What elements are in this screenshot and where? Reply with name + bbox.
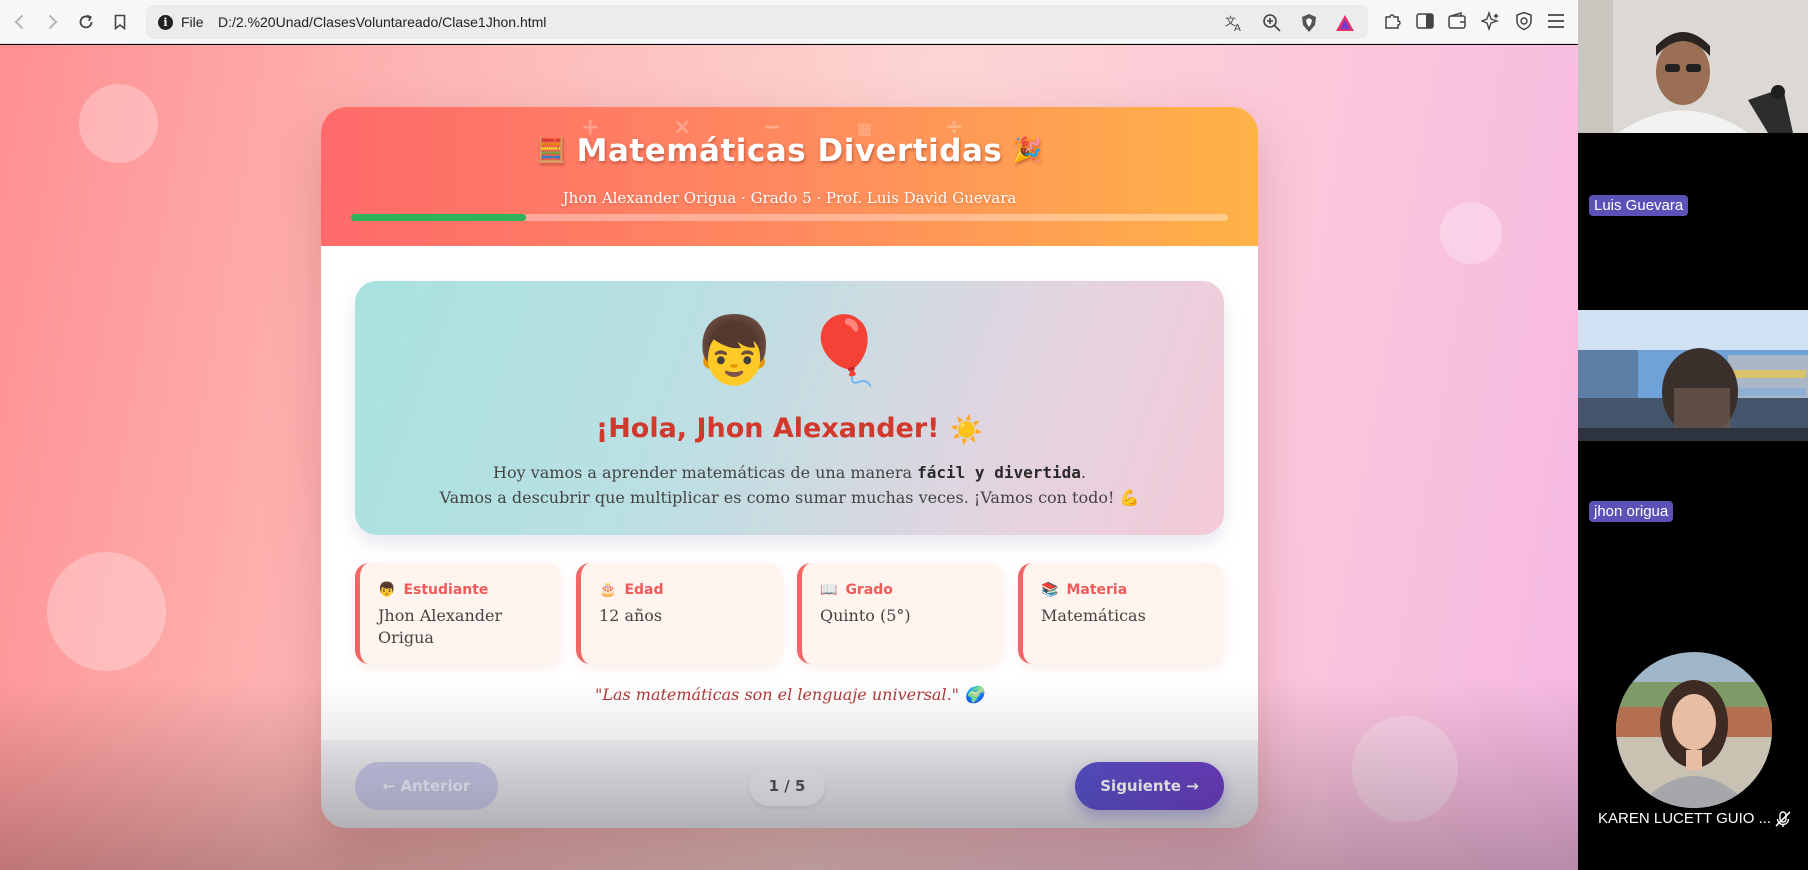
- extensions-icon[interactable]: [1383, 11, 1403, 31]
- wallet-icon[interactable]: [1447, 11, 1467, 31]
- info-card-value: Matemáticas: [1041, 606, 1146, 625]
- sun-icon: ☀️: [949, 415, 984, 446]
- browser-window: i File D:/2.%20Unad/ClasesVoluntareado/C…: [0, 0, 1578, 870]
- info-card-student: 👦 Estudiante Jhon Alexander Origua: [355, 563, 561, 664]
- lesson-subtitle: Jhon Alexander Origua · Grado 5 · Prof. …: [562, 189, 1017, 207]
- next-button[interactable]: Siguiente →: [1075, 762, 1224, 810]
- quote: "Las matemáticas son el lenguaje univers…: [321, 685, 1258, 704]
- info-card-value: Quinto (5°): [820, 606, 911, 625]
- site-label: File: [181, 14, 204, 30]
- quote-text: "Las matemáticas son el lenguaje univers…: [594, 685, 960, 704]
- participant-tile-karen[interactable]: KAREN LUCETT GUIO ...: [1578, 635, 1808, 870]
- address-bar[interactable]: i File D:/2.%20Unad/ClasesVoluntareado/C…: [146, 5, 1368, 39]
- mic-muted-icon: [1775, 811, 1791, 827]
- info-card-subject: 📚 Materia Matemáticas: [1018, 563, 1224, 664]
- flexed-arm-icon: 💪: [1119, 488, 1140, 507]
- boy-icon: 👦: [693, 312, 776, 389]
- lesson-title: 🧮 Matemáticas Divertidas 🎉: [321, 133, 1258, 169]
- forward-icon[interactable]: [40, 10, 64, 34]
- decor-bubble: [47, 552, 166, 671]
- info-card-label: 📖 Grado: [820, 582, 893, 598]
- brave-rewards-icon[interactable]: [1335, 13, 1355, 33]
- site-info-button[interactable]: i File: [158, 13, 204, 31]
- cake-icon: 🎂: [599, 582, 617, 598]
- label-text: Estudiante: [403, 582, 489, 598]
- bookmark-icon[interactable]: [108, 10, 132, 34]
- intro-text: Vamos a descubrir que multiplicar es com…: [439, 488, 1115, 507]
- brave-shield-icon[interactable]: [1299, 13, 1319, 33]
- abacus-icon: 🧮: [536, 136, 567, 164]
- page-counter: 1 / 5: [749, 766, 825, 806]
- previous-button[interactable]: ← Anterior: [355, 762, 498, 810]
- title-text: Matemáticas Divertidas: [576, 133, 1003, 169]
- lesson-card: + × − ▦ ÷ 🧮 Matemáticas Divertidas 🎉 Jhon …: [321, 107, 1258, 828]
- intro-line-1: Hoy vamos a aprender matemáticas de una …: [355, 463, 1224, 482]
- participant-name: KAREN LUCETT GUIO ...: [1598, 810, 1772, 827]
- info-card-label: 👦 Estudiante: [378, 582, 488, 598]
- decor-bubble: [79, 84, 158, 163]
- info-card-grade: 📖 Grado Quinto (5°): [797, 563, 1003, 664]
- label-text: Materia: [1066, 582, 1128, 598]
- boy-icon: 👦: [378, 582, 396, 598]
- participant-tile-luis[interactable]: Luis Guevara: [1578, 133, 1808, 310]
- balloon-icon: 🎈: [803, 312, 886, 389]
- info-card-label: 📚 Materia: [1041, 582, 1127, 598]
- participant-name-tag: Luis Guevara: [1589, 195, 1689, 216]
- party-popper-icon: 🎉: [1012, 136, 1043, 164]
- browser-toolbar: i File D:/2.%20Unad/ClasesVoluntareado/C…: [0, 0, 1578, 44]
- lesson-navigation: ← Anterior 1 / 5 Siguiente →: [321, 740, 1258, 828]
- lesson-header: + × − ▦ ÷ 🧮 Matemáticas Divertidas 🎉 Jhon …: [321, 107, 1258, 246]
- progress-fill: [351, 214, 527, 221]
- participant-name-tag: jhon origua: [1589, 501, 1674, 522]
- vpn-icon[interactable]: [1514, 11, 1534, 31]
- avatar: [1616, 652, 1772, 808]
- welcome-panel: 👦 🎈 ¡Hola, Jhon Alexander! ☀️ Hoy vamos a…: [355, 281, 1224, 535]
- globe-icon: 🌍: [964, 685, 985, 704]
- leo-ai-icon[interactable]: [1481, 11, 1501, 31]
- zoom-icon[interactable]: [1262, 13, 1282, 33]
- reload-icon[interactable]: [74, 10, 98, 34]
- books-icon: 📚: [1041, 582, 1059, 598]
- decor-bubble: [1440, 202, 1502, 264]
- classroom-video-icon: [1578, 310, 1808, 441]
- participant-tile-jhon[interactable]: jhon origua: [1578, 441, 1808, 635]
- decor-bubble: [1352, 716, 1458, 822]
- intro-bold-text: fácil y divertida: [917, 463, 1081, 482]
- info-icon: i: [158, 14, 173, 30]
- intro-line-2: Vamos a descubrir que multiplicar es com…: [355, 488, 1224, 507]
- translate-icon[interactable]: 文A: [1224, 13, 1244, 33]
- info-card-value: Jhon Alexander Origua: [378, 606, 503, 647]
- open-book-icon: 📖: [820, 582, 838, 598]
- intro-period: .: [1080, 463, 1086, 482]
- info-card-value: 12 años: [599, 606, 663, 625]
- greeting-heading: ¡Hola, Jhon Alexander! ☀️: [355, 413, 1224, 446]
- participant-video-jhon[interactable]: [1578, 310, 1808, 441]
- info-card-label: 🎂 Edad: [599, 582, 664, 598]
- url-text[interactable]: D:/2.%20Unad/ClasesVoluntareado/Clase1Jh…: [218, 14, 546, 30]
- person-video-icon: [1578, 0, 1808, 133]
- progress-bar: [351, 214, 1228, 221]
- info-card-age: 🎂 Edad 12 años: [576, 563, 782, 664]
- label-text: Edad: [624, 582, 664, 598]
- participant-video-luis[interactable]: [1578, 0, 1808, 133]
- menu-icon[interactable]: [1546, 11, 1566, 31]
- video-call-panel: Luis Guevara jhon origua KAREN LUCETT GU…: [1578, 0, 1808, 870]
- greeting-text: ¡Hola, Jhon Alexander!: [595, 413, 940, 444]
- back-icon[interactable]: [8, 10, 32, 34]
- intro-text: Hoy vamos a aprender matemáticas de una …: [493, 463, 913, 482]
- label-text: Grado: [845, 582, 893, 598]
- page-background: + × − ▦ ÷ 🧮 Matemáticas Divertidas 🎉 Jhon …: [0, 45, 1578, 870]
- hero-illustration: 👦 🎈: [355, 311, 1224, 391]
- sidebar-icon[interactable]: [1415, 11, 1435, 31]
- svg-text:A: A: [1234, 23, 1241, 33]
